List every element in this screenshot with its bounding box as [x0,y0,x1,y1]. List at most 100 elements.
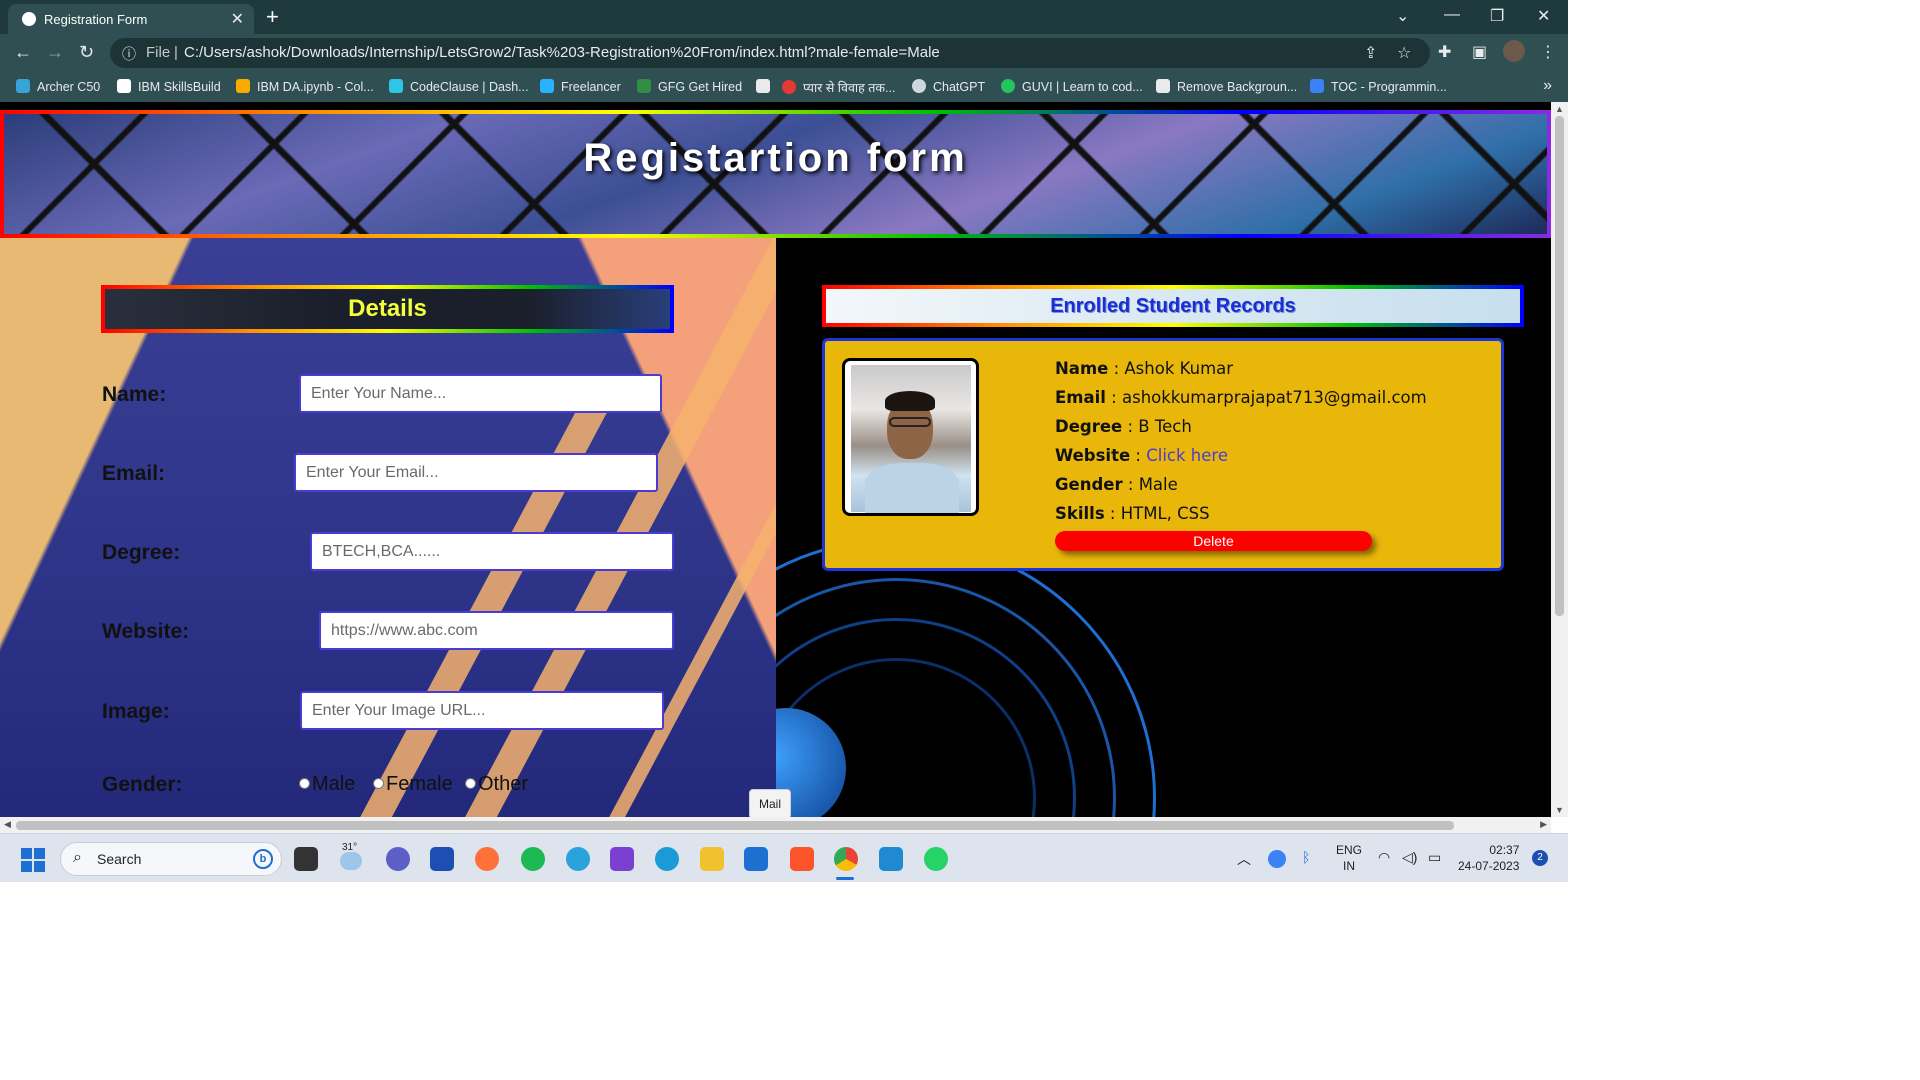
bookmark-gfg[interactable]: GFG Get Hired [637,79,742,94]
brave-icon[interactable] [790,847,814,871]
kebab-menu-icon[interactable]: ⋮ [1540,42,1556,62]
bookmark-hindi[interactable]: प्यार से विवाह तक... [782,79,895,96]
weather-icon[interactable] [340,852,362,870]
back-arrow-icon[interactable]: ← [14,42,32,63]
bookmark-remove-bg[interactable]: Remove Backgroun... [1156,79,1297,94]
share-icon[interactable]: ⇪ [1364,43,1377,63]
minimize-window-icon[interactable]: — [1444,6,1460,24]
delete-record-button[interactable]: Delete [1055,531,1372,551]
whatsapp-icon[interactable] [924,847,948,871]
wifi-icon[interactable]: ◠ [1378,849,1390,866]
close-window-icon[interactable]: ✕ [1537,6,1550,26]
bookmark-codeclause[interactable]: CodeClause | Dash... [389,79,529,94]
guvi-icon [1001,79,1015,93]
bookmark-toc[interactable]: TOC - Programmin... [1310,79,1447,94]
vscode-icon[interactable] [879,847,903,871]
file-explorer-icon[interactable] [700,847,724,871]
bookmark-label: प्यार से विवाह तक... [803,81,896,95]
tab-search-chevron-icon[interactable]: ⌄ [1396,6,1409,26]
battery-icon[interactable]: ▭ [1428,849,1441,866]
reload-icon[interactable]: ↻ [79,42,94,63]
firefox-icon[interactable] [475,847,499,871]
radio-label: Male [312,773,356,795]
side-panel-icon[interactable]: ▣ [1472,42,1487,62]
bookmark-freelancer[interactable]: Freelancer [540,79,621,94]
radio-label: Female [386,773,453,795]
bookmark-chatgpt[interactable]: ChatGPT [912,79,985,94]
image-url-input[interactable] [300,691,664,730]
record-website-link[interactable]: Click here [1146,446,1228,465]
scroll-down-arrow-icon[interactable]: ▼ [1555,805,1564,815]
bookmark-label: GUVI | Learn to cod... [1022,80,1143,94]
address-divider: | [174,44,178,61]
gender-radio-other[interactable]: Other [465,773,528,796]
bing-icon[interactable]: b [253,849,273,869]
system-clock[interactable]: 02:37 24-07-2023 [1458,842,1519,874]
scroll-left-arrow-icon[interactable]: ◀ [4,819,11,830]
record-separator: : [1122,417,1139,436]
bookmark-star-icon[interactable]: ☆ [1397,43,1411,63]
chrome-icon[interactable] [834,847,858,871]
website-input[interactable] [319,611,674,650]
radio-button[interactable] [299,778,310,789]
extensions-puzzle-icon[interactable]: ✚ [1438,42,1451,62]
horizontal-scrollbar[interactable]: ◀ ▶ [0,817,1551,833]
degree-label: Degree: [102,541,181,564]
new-tab-button[interactable]: + [266,4,279,30]
close-tab-icon[interactable]: ✕ [231,9,244,29]
horizontal-scroll-thumb[interactable] [16,821,1454,830]
tray-app-icon[interactable] [1268,850,1286,868]
windows-start-icon[interactable] [21,848,45,872]
notification-badge[interactable]: 2 [1532,850,1548,866]
profile-avatar[interactable] [1503,40,1525,62]
record-separator: : [1105,388,1122,407]
language-indicator[interactable]: ENG IN [1336,842,1362,874]
records-title: Enrolled Student Records [1050,295,1296,317]
edge-icon[interactable] [655,847,679,871]
spotify-icon[interactable] [521,847,545,871]
bookmark-unnamed[interactable] [756,79,777,94]
record-field-label: Degree [1055,417,1123,436]
forward-arrow-icon[interactable]: → [46,42,64,63]
bookmarks-overflow-icon[interactable]: » [1543,77,1552,95]
clipchamp-icon[interactable] [610,847,634,871]
record-field-label: Website [1055,446,1131,465]
bookmark-ibm-da[interactable]: IBM DA.ipynb - Col... [236,79,374,94]
bookmark-ibm-skillsbuild[interactable]: IBM SkillsBuild [117,79,221,94]
gender-radio-female[interactable]: Female [373,773,453,796]
vertical-scrollbar[interactable]: ▲ ▼ [1551,102,1568,817]
header-banner-image: Registartion form [4,114,1547,234]
radio-button[interactable] [465,778,476,789]
volume-icon[interactable]: ◁) [1402,849,1417,866]
tab-registration-form[interactable]: Registration Form ✕ [8,4,254,34]
address-url[interactable]: C:/Users/ashok/Downloads/Internship/Lets… [184,44,940,61]
scroll-up-arrow-icon[interactable]: ▲ [1555,104,1564,114]
teams-chat-icon[interactable] [386,847,410,871]
mail-icon[interactable] [744,847,768,871]
scroll-right-arrow-icon[interactable]: ▶ [1540,819,1547,830]
degree-input[interactable] [310,532,674,571]
site-info-icon[interactable]: ⓘ [122,44,136,64]
gender-radio-male[interactable]: Male [299,773,355,796]
restore-window-icon[interactable]: ❐ [1490,6,1504,26]
page-icon [756,79,770,93]
show-hidden-icons-chevron-icon[interactable]: ︿ [1237,849,1251,869]
student-photo-image [851,365,971,513]
name-input[interactable] [299,374,662,413]
bookmark-guvi[interactable]: GUVI | Learn to cod... [1001,79,1143,94]
ibm-icon [117,79,131,93]
radio-button[interactable] [373,778,384,789]
task-view-icon[interactable] [294,847,318,871]
taskbar-search[interactable]: ⌕ Search b [60,842,282,876]
address-bar[interactable]: ⓘ File | C:/Users/ashok/Downloads/Intern… [110,38,1430,68]
vertical-scroll-thumb[interactable] [1555,116,1564,616]
windows-taskbar: ⌕ Search b 31° ︿ ᛒ ENG IN ◠ ◁) ▭ 02:37 2… [0,833,1568,882]
record-email-value: ashokkumarprajapat713@gmail.com [1121,388,1427,407]
telegram-icon[interactable] [566,847,590,871]
email-input[interactable] [294,453,658,492]
heart-icon [782,80,796,94]
bluetooth-icon[interactable]: ᛒ [1302,849,1310,865]
bookmark-archer[interactable]: Archer C50 [16,79,100,94]
microsoft-store-icon[interactable] [430,847,454,871]
start-tile [21,861,32,872]
